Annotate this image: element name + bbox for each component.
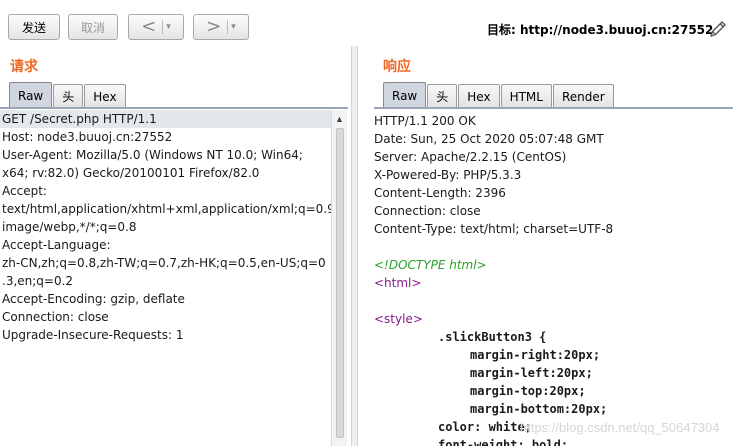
response-line: HTTP/1.1 200 OK	[374, 114, 476, 128]
response-tab-html[interactable]: HTML	[500, 84, 552, 108]
response-viewer[interactable]: HTTP/1.1 200 OK Date: Sun, 25 Oct 2020 0…	[374, 112, 733, 446]
target-url: 目标: http://node3.buuoj.cn:27552	[487, 23, 714, 37]
pencil-icon[interactable]	[707, 18, 729, 40]
response-line: Connection: close	[374, 204, 481, 218]
response-line: Content-Length: 2396	[374, 186, 506, 200]
back-button[interactable]: < ▾	[128, 14, 184, 40]
response-line: X-Powered-By: PHP/5.3.3	[374, 168, 522, 182]
cancel-button[interactable]: 取消	[68, 14, 118, 40]
watermark: https://blog.csdn.net/qq_50647304	[520, 420, 720, 435]
request-scrollbar[interactable]: ▲	[331, 110, 347, 446]
request-editor[interactable]: GET /Secret.php HTTP/1.1 Host: node3.buu…	[0, 110, 331, 446]
response-tab-raw[interactable]: Raw	[383, 82, 427, 108]
response-css-line: margin-top:20px;	[470, 384, 586, 398]
response-tabs: Raw 头 Hex HTML Render	[383, 82, 615, 108]
response-html-tag: <html>	[374, 276, 422, 290]
response-blank-line	[374, 238, 733, 256]
response-css-line: margin-right:20px;	[470, 348, 601, 362]
response-line: Date: Sun, 25 Oct 2020 05:07:48 GMT	[374, 132, 604, 146]
request-tab-raw[interactable]: Raw	[9, 82, 53, 108]
forward-arrow-icon: >	[206, 16, 222, 37]
request-line: zh-CN,zh;q=0.8,zh-TW;q=0.7,zh-HK;q=0.5,e…	[2, 256, 326, 270]
response-line: Server: Apache/2.2.15 (CentOS)	[374, 150, 567, 164]
forward-dropdown-icon[interactable]: ▾	[231, 22, 236, 32]
response-panel-title: 响应	[383, 59, 411, 75]
request-line: Accept:	[2, 184, 47, 198]
response-tab-headers[interactable]: 头	[427, 84, 458, 108]
request-line: Accept-Language:	[2, 238, 111, 252]
response-css-line: margin-left:20px;	[470, 366, 593, 380]
forward-button-separator	[227, 20, 229, 34]
panel-divider[interactable]	[351, 46, 358, 446]
back-arrow-icon: <	[141, 16, 157, 37]
request-tab-headers[interactable]: 头	[53, 84, 84, 108]
response-blank-line	[374, 292, 733, 310]
back-button-separator	[162, 20, 164, 34]
scroll-up-icon[interactable]: ▲	[335, 114, 344, 124]
request-line: Accept-Encoding: gzip, deflate	[2, 292, 185, 306]
request-line: .3,en;q=0.2	[2, 274, 74, 288]
request-line: x64; rv:82.0) Gecko/20100101 Firefox/82.…	[2, 166, 260, 180]
request-line: User-Agent: Mozilla/5.0 (Windows NT 10.0…	[2, 148, 303, 162]
forward-button[interactable]: > ▾	[193, 14, 249, 40]
response-tab-render[interactable]: Render	[552, 84, 614, 108]
back-dropdown-icon[interactable]: ▾	[166, 22, 171, 32]
request-line: Host: node3.buuoj.cn:27552	[2, 130, 173, 144]
request-line: GET /Secret.php HTTP/1.1	[0, 110, 331, 128]
response-css-line: margin-bottom:20px;	[470, 402, 608, 416]
request-line: Connection: close	[2, 310, 109, 324]
request-line: image/webp,*/*;q=0.8	[2, 220, 137, 234]
response-line: Content-Type: text/html; charset=UTF-8	[374, 222, 614, 236]
scrollbar-thumb[interactable]	[336, 128, 344, 438]
send-button[interactable]: 发送	[8, 14, 60, 40]
response-tab-underline	[374, 107, 733, 109]
response-tab-hex[interactable]: Hex	[458, 84, 500, 108]
request-tab-underline	[0, 107, 348, 109]
request-tab-hex[interactable]: Hex	[84, 84, 126, 108]
response-style-tag: <style>	[374, 312, 423, 326]
response-css-line: .slickButton3 {	[438, 330, 547, 344]
request-line: Upgrade-Insecure-Requests: 1	[2, 328, 184, 342]
response-doctype: <!DOCTYPE html>	[374, 258, 487, 272]
request-panel-title: 请求	[10, 59, 38, 75]
request-tabs: Raw 头 Hex	[9, 82, 127, 108]
response-css-line: font-weight: bold;	[438, 438, 569, 446]
request-line: text/html,application/xhtml+xml,applicat…	[2, 202, 331, 216]
